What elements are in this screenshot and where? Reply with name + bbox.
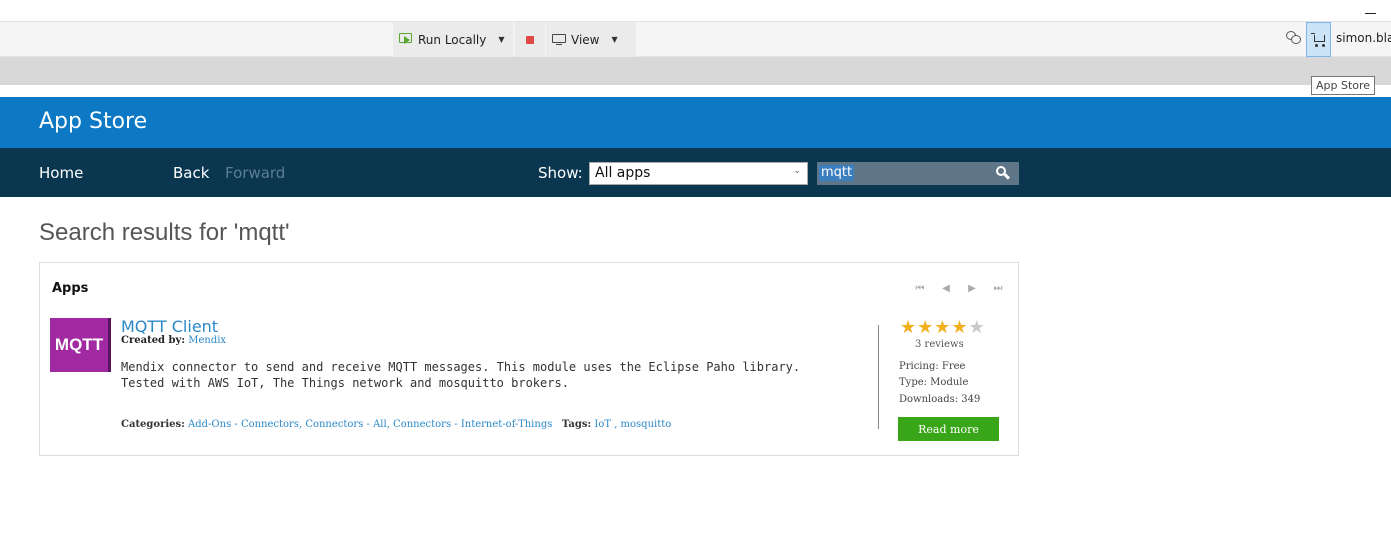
created-by: Created by: Mendix xyxy=(121,335,226,346)
prev-page-icon[interactable]: ◀ xyxy=(940,283,952,294)
categories-links[interactable]: Add-Ons - Connectors, Connectors - All, … xyxy=(188,419,552,430)
categories-label: Categories: xyxy=(121,419,185,430)
next-page-icon[interactable]: ▶ xyxy=(966,283,978,294)
star-icon: ★ xyxy=(900,317,917,337)
reviews-count[interactable]: 3 reviews xyxy=(915,339,964,350)
run-dropdown-caret-icon[interactable]: ▼ xyxy=(498,35,504,44)
app-store-tooltip: App Store xyxy=(1311,76,1376,95)
view-dropdown-caret-icon[interactable]: ▼ xyxy=(611,35,617,44)
nav-back-link[interactable]: Back xyxy=(173,164,209,182)
monitor-icon xyxy=(552,33,566,46)
created-by-label: Created by: xyxy=(121,335,186,346)
star-icon: ★ xyxy=(917,317,934,337)
stop-button[interactable] xyxy=(515,22,545,57)
tags-links[interactable]: IoT , mosquitto xyxy=(594,419,671,430)
first-page-icon[interactable]: ⏮ xyxy=(914,283,926,294)
app-description: Mendix connector to send and receive MQT… xyxy=(121,360,801,390)
apps-section-heading: Apps xyxy=(52,281,89,296)
rating-stars: ★ ★ ★ ★ ★ xyxy=(900,317,985,337)
app-logo[interactable]: MQTT xyxy=(50,318,111,372)
window-titlebar xyxy=(0,0,1391,22)
app-name-link[interactable]: MQTT Client xyxy=(121,317,218,336)
show-filter-value: All apps xyxy=(595,165,651,181)
run-locally-label: Run Locally xyxy=(418,32,487,47)
type-info: Type: Module xyxy=(899,377,969,388)
chat-icon[interactable] xyxy=(1286,30,1302,46)
tags-label: Tags: xyxy=(561,419,592,430)
pricing-info: Pricing: Free xyxy=(899,361,966,372)
user-account[interactable]: simon.blac xyxy=(1336,31,1391,45)
app-categories: Categories: Add-Ons - Connectors, Connec… xyxy=(121,419,671,430)
search-icon[interactable] xyxy=(996,166,1011,180)
star-icon: ★ xyxy=(951,317,968,337)
run-icon xyxy=(399,33,413,46)
page-title: Search results for 'mqtt' xyxy=(39,219,290,246)
editor-tab-strip xyxy=(0,57,1391,85)
ide-toolbar: Run Locally ▼ View ▼ xyxy=(0,22,1391,57)
creator-link[interactable]: Mendix xyxy=(188,335,226,346)
search-input[interactable]: mqtt xyxy=(817,162,1019,185)
divider xyxy=(878,325,879,429)
cart-icon xyxy=(1310,32,1327,47)
show-filter-select[interactable]: All apps ⌄ xyxy=(589,162,808,185)
minimize-icon[interactable] xyxy=(1365,2,1377,14)
show-label: Show: xyxy=(538,164,583,182)
apps-results-panel: Apps ⏮ ◀ ▶ ⏭ MQTT MQTT Client Created by… xyxy=(39,262,1019,456)
stop-icon xyxy=(526,35,534,44)
downloads-info: Downloads: 349 xyxy=(899,394,981,405)
nav-home-link[interactable]: Home xyxy=(39,164,83,182)
last-page-icon[interactable]: ⏭ xyxy=(992,283,1004,294)
view-button[interactable]: View ▼ xyxy=(546,22,636,57)
star-icon: ★ xyxy=(934,317,951,337)
view-label: View xyxy=(571,32,600,47)
store-header: App Store xyxy=(0,97,1391,148)
app-store-button[interactable] xyxy=(1306,22,1331,57)
run-locally-button[interactable]: Run Locally ▼ xyxy=(393,22,513,57)
store-title: App Store xyxy=(39,109,148,134)
search-input-value: mqtt xyxy=(819,165,855,181)
nav-forward-link[interactable]: Forward xyxy=(225,164,285,182)
chevron-down-icon: ⌄ xyxy=(793,166,801,176)
star-icon: ★ xyxy=(968,317,985,337)
read-more-button[interactable]: Read more xyxy=(898,417,999,441)
pager: ⏮ ◀ ▶ ⏭ xyxy=(914,283,1004,294)
